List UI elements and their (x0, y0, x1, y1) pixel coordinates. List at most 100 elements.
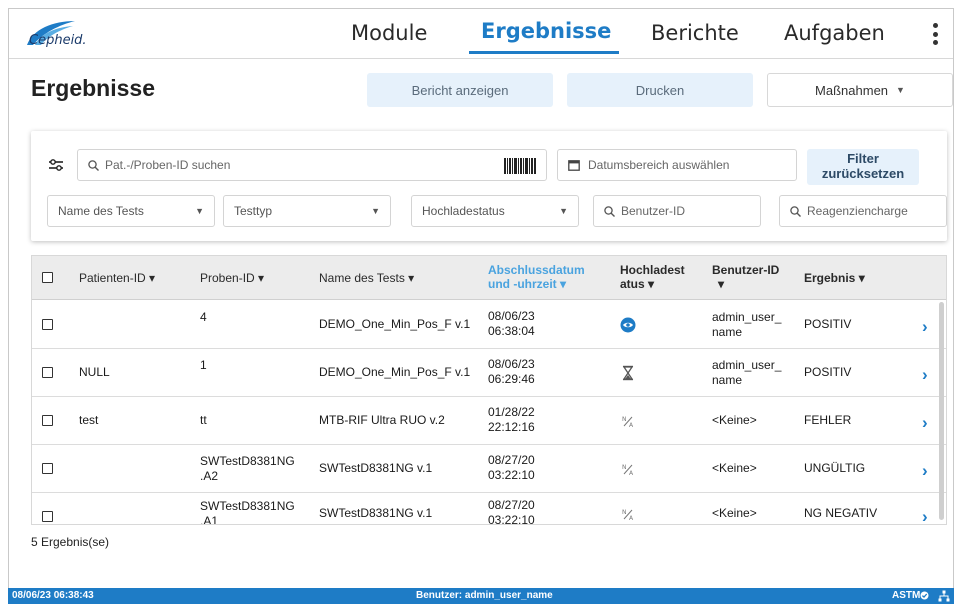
not-applicable-icon: N A (622, 416, 634, 429)
filter-settings-icon[interactable] (49, 159, 63, 171)
more-menu-icon[interactable] (927, 19, 943, 49)
search-icon (88, 159, 99, 171)
result-cell: POSITIV (804, 365, 852, 379)
result-cell: FEHLER (804, 413, 852, 427)
tab-ergebnisse[interactable]: Ergebnisse (481, 19, 611, 43)
filter-panel: Pat.-/Proben-ID suchen Datumsbereich aus… (31, 131, 947, 241)
actions-dropdown[interactable]: Maßnahmen ▼ (767, 73, 953, 107)
top-navigation: Cepheid. Module Ergebnisse Berichte Aufg… (9, 9, 953, 59)
not-applicable-icon: N A (622, 464, 634, 477)
row-checkbox[interactable] (42, 367, 53, 378)
row-checkbox[interactable] (42, 319, 53, 330)
svg-text:A: A (629, 515, 634, 522)
reagent-lot-input[interactable]: Reagenziencharge (779, 195, 947, 227)
caret-down-icon: ▼ (195, 206, 204, 216)
select-all-checkbox[interactable] (42, 272, 53, 283)
row-checkbox[interactable] (42, 415, 53, 426)
svg-text:A: A (629, 470, 634, 477)
column-result[interactable]: Ergebnis ▾ (804, 271, 865, 285)
status-user: Benutzer: admin_user_name (416, 590, 553, 601)
tab-aufgaben[interactable]: Aufgaben (784, 21, 885, 45)
column-upload-status[interactable]: Hochladest atus ▾ (620, 263, 685, 291)
column-patient-id[interactable]: Patienten-ID ▾ (79, 271, 155, 285)
upload-status-select[interactable]: Hochladestatus ▼ (411, 195, 579, 227)
active-tab-indicator (469, 51, 619, 54)
hourglass-icon (622, 365, 634, 381)
row-checkbox[interactable] (42, 463, 53, 474)
eye-icon[interactable] (620, 317, 636, 333)
status-datetime: 08/06/23 06:38:43 (12, 590, 94, 601)
sample-id-cell: SWTestD8381NG .A1 (200, 499, 295, 525)
completion-date-cell: 08/27/20 03:22:10 (488, 498, 535, 525)
upload-status-label: Hochladestatus (422, 204, 505, 218)
table-header: Patienten-ID ▾ Proben-ID ▾ Name des Test… (32, 256, 946, 300)
patient-id-cell: test (79, 413, 99, 427)
patient-sample-search-input[interactable]: Pat.-/Proben-ID suchen (77, 149, 547, 181)
reagent-lot-placeholder: Reagenziencharge (807, 204, 908, 218)
test-name-cell: DEMO_One_Min_Pos_F v.1 (319, 365, 471, 379)
results-app: Cepheid. Module Ergebnisse Berichte Aufg… (8, 8, 954, 604)
svg-text:A: A (629, 422, 634, 429)
user-id-placeholder: Benutzer-ID (621, 204, 686, 218)
result-cell: POSITIV (804, 317, 852, 331)
chevron-right-icon[interactable]: › (922, 365, 928, 385)
caret-down-icon: ▼ (371, 206, 380, 216)
test-name-label: Name des Tests (58, 204, 144, 218)
chevron-right-icon[interactable]: › (922, 317, 928, 337)
table-row[interactable]: 4 DEMO_One_Min_Pos_F v.1 08/06/23 06:38:0… (32, 301, 946, 349)
column-user-id[interactable]: Benutzer-ID ▾ (712, 263, 779, 291)
result-count: 5 Ergebnis(se) (31, 535, 110, 549)
test-name-cell: SWTestD8381NG v.1 (319, 506, 433, 520)
reset-filters-button[interactable]: Filter zurücksetzen (807, 149, 919, 185)
print-button[interactable]: Drucken (567, 73, 753, 107)
search-icon (604, 205, 615, 217)
tab-module[interactable]: Module (351, 21, 427, 45)
result-cell: NG NEGATIV (804, 506, 878, 520)
astm-label: ASTM (892, 590, 921, 601)
reset-filters-line1: Filter (847, 151, 879, 166)
brand-logo-text: Cepheid. (29, 33, 87, 48)
view-report-button[interactable]: Bericht anzeigen (367, 73, 553, 107)
calendar-icon (568, 160, 580, 171)
caret-down-icon: ▼ (896, 85, 905, 95)
completion-date-cell: 08/06/23 06:38:04 (488, 309, 535, 338)
date-range-input[interactable]: Datumsbereich auswählen (557, 149, 797, 181)
sample-id-cell: 4 (200, 310, 207, 324)
completion-date-cell: 08/06/23 06:29:46 (488, 357, 535, 386)
row-checkbox[interactable] (42, 511, 53, 522)
chevron-right-icon[interactable]: › (922, 461, 928, 481)
tab-berichte[interactable]: Berichte (651, 21, 739, 45)
table-scrollbar[interactable] (939, 302, 944, 520)
table-row[interactable]: SWTestD8381NG .A1 SWTestD8381NG v.1 08/27… (32, 493, 946, 525)
page-title: Ergebnisse (31, 75, 155, 101)
user-id-cell: <Keine> (712, 506, 757, 520)
network-icon (938, 590, 950, 602)
search-icon (790, 205, 801, 217)
user-id-cell: <Keine> (712, 461, 757, 475)
table-row[interactable]: NULL 1 DEMO_One_Min_Pos_F v.1 08/06/23 06… (32, 349, 946, 397)
table-row[interactable]: SWTestD8381NG .A2 SWTestD8381NG v.1 08/27… (32, 445, 946, 493)
test-name-cell: SWTestD8381NG v.1 (319, 461, 433, 475)
sample-id-cell: SWTestD8381NG .A2 (200, 454, 295, 483)
reset-filters-line2: zurücksetzen (821, 166, 905, 181)
status-bar: 08/06/23 06:38:43 Benutzer: admin_user_n… (8, 588, 954, 604)
test-name-cell: DEMO_One_Min_Pos_F v.1 (319, 317, 471, 331)
result-cell: UNGÜLTIG (804, 461, 866, 475)
column-completion-date[interactable]: Abschlussdatum und -uhrzeit ▾ (488, 263, 585, 291)
test-name-select[interactable]: Name des Tests ▼ (47, 195, 215, 227)
test-type-select[interactable]: Testtyp ▼ (223, 195, 391, 227)
svg-text:N: N (622, 416, 627, 423)
table-row[interactable]: test tt MTB-RIF Ultra RUO v.2 01/28/22 22… (32, 397, 946, 445)
column-sample-id[interactable]: Proben-ID ▾ (200, 271, 264, 285)
sample-id-cell: tt (200, 413, 207, 427)
not-applicable-icon: N A (622, 509, 634, 522)
barcode-icon[interactable] (504, 158, 536, 174)
svg-text:N: N (622, 509, 627, 516)
column-test-name[interactable]: Name des Tests ▾ (319, 271, 414, 285)
user-id-cell: admin_user_ name (712, 358, 782, 387)
chevron-right-icon[interactable]: › (922, 413, 928, 433)
date-range-placeholder: Datumsbereich auswählen (588, 158, 730, 172)
chevron-right-icon[interactable]: › (922, 507, 928, 524)
user-id-input[interactable]: Benutzer-ID (593, 195, 761, 227)
sample-id-cell: 1 (200, 358, 207, 372)
